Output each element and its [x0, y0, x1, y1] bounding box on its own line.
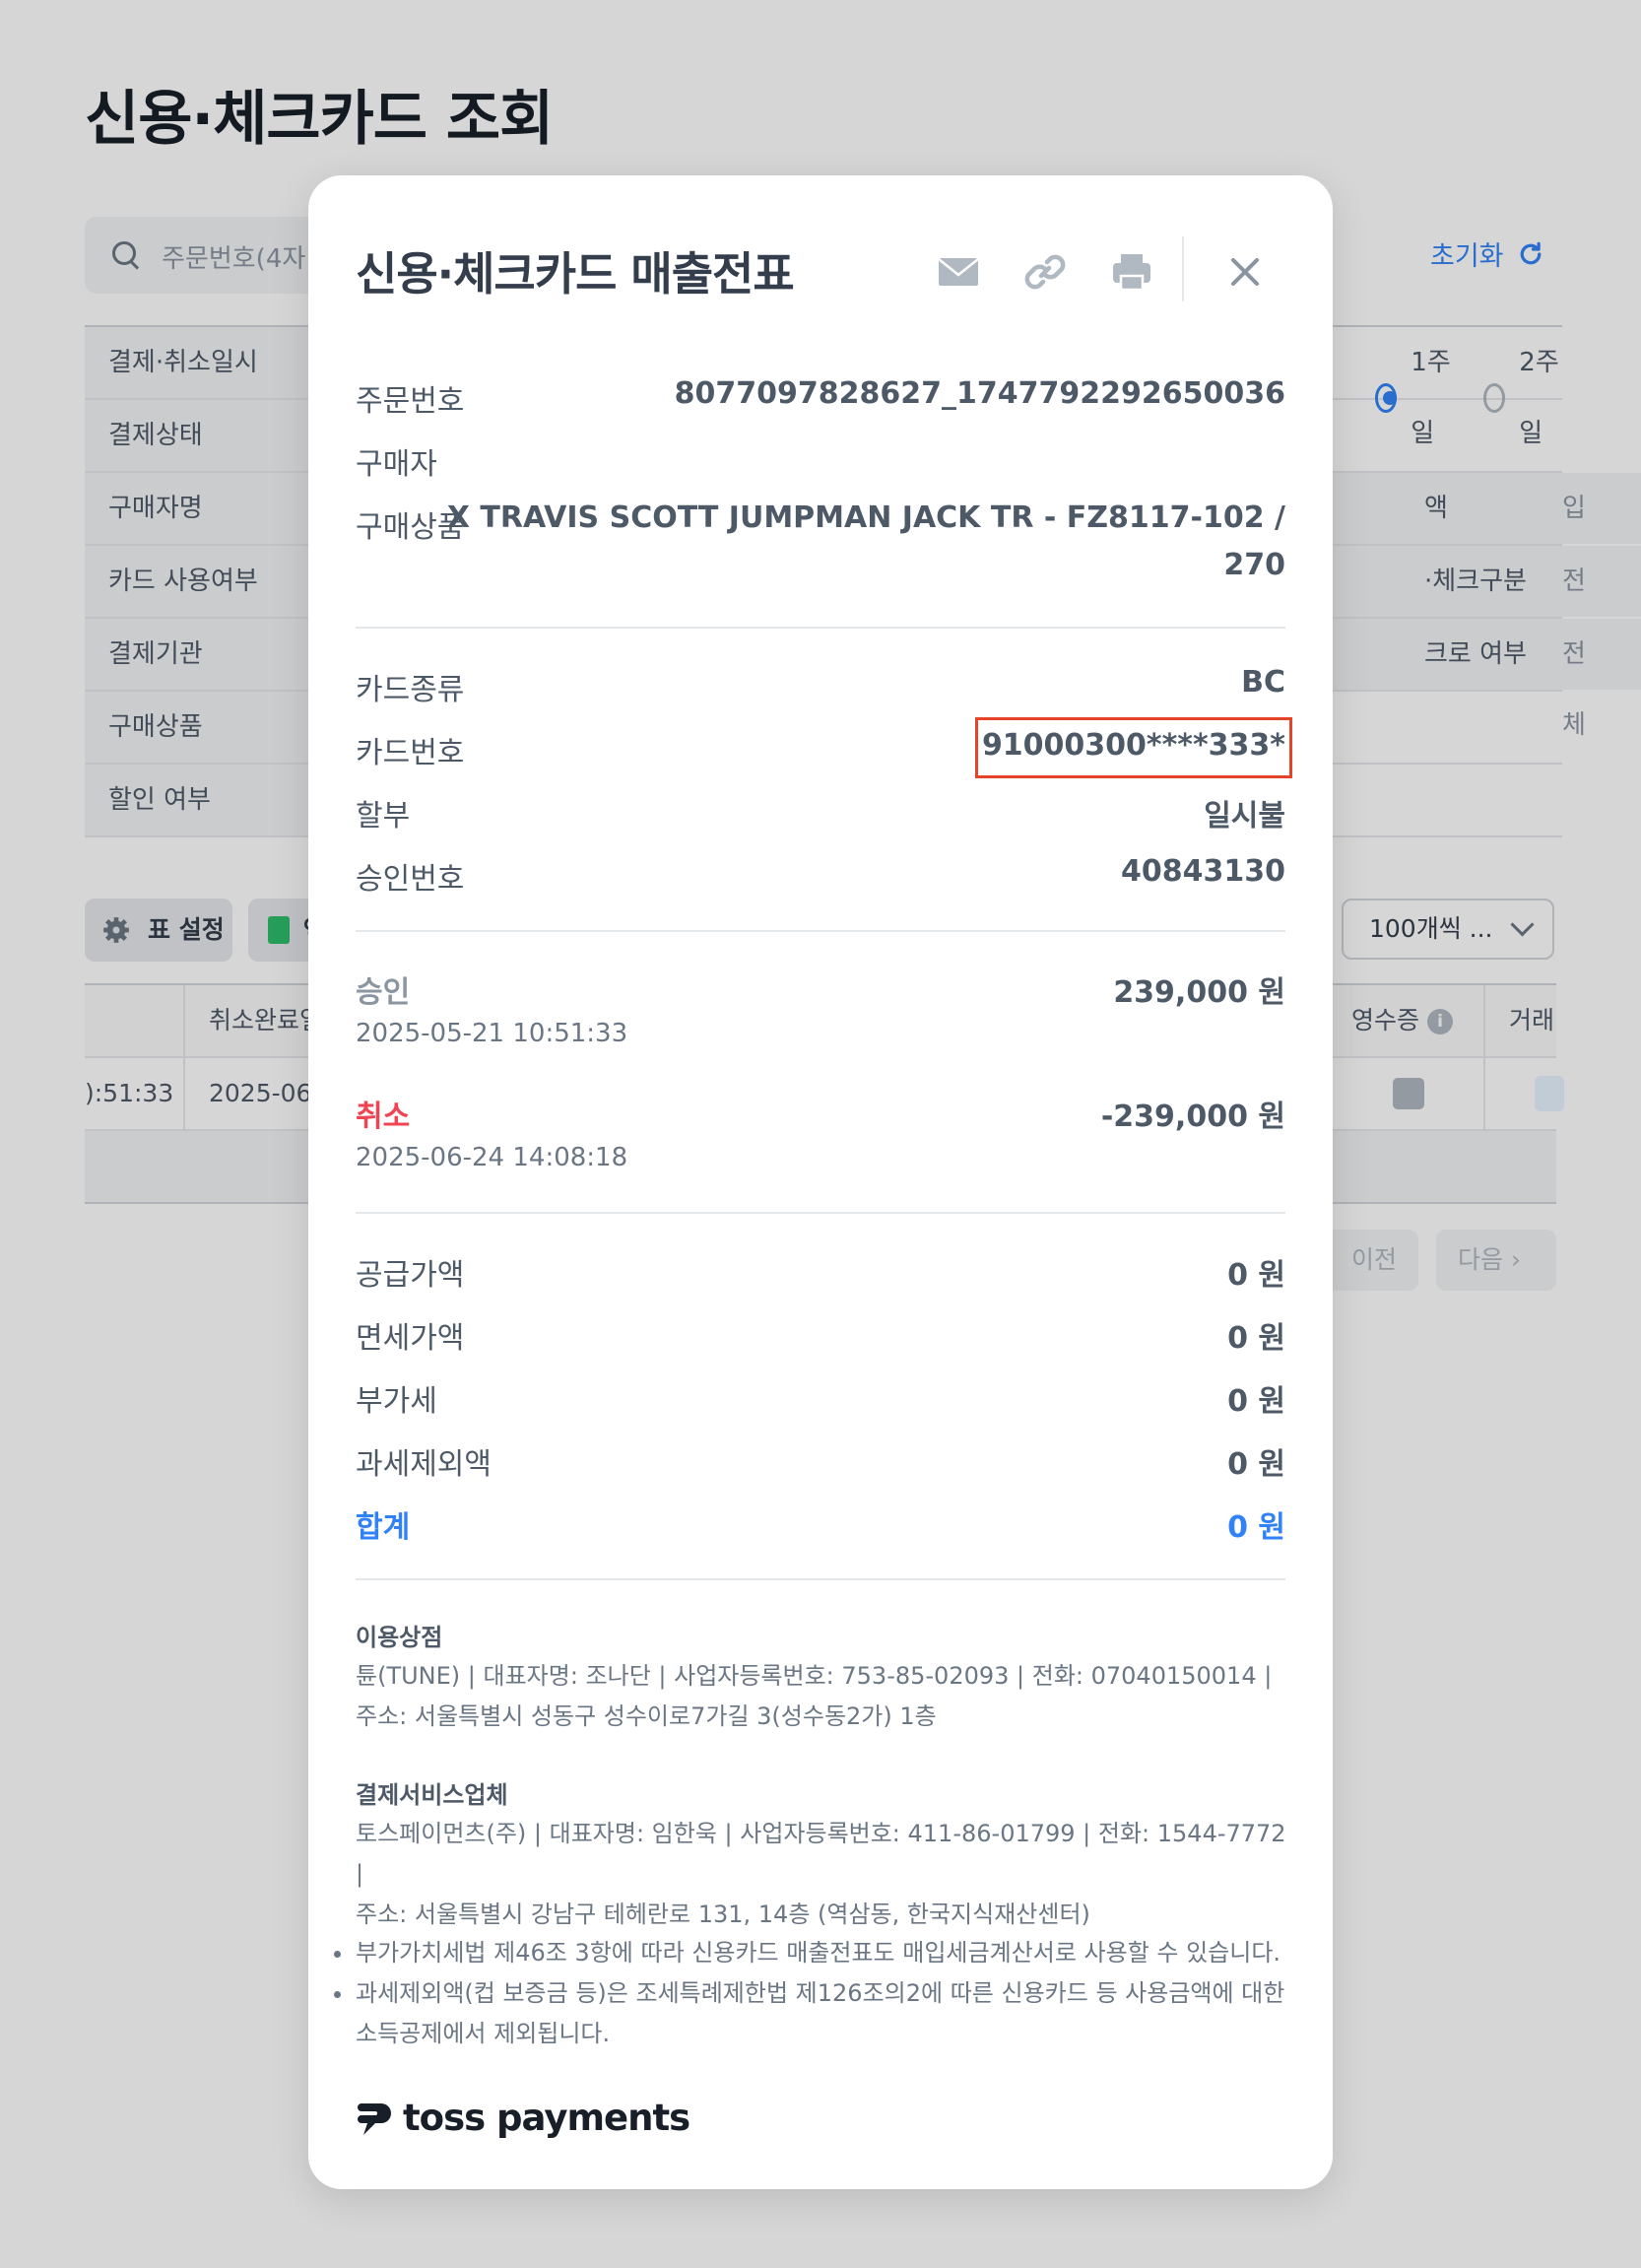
- pg-info: 토스페이먼츠(주) | 대표자명: 임한욱 | 사업자등록번호: 411-86-…: [356, 1814, 1291, 1935]
- pg-title: 결제서비스업체: [356, 1781, 508, 1809]
- approval-number-label: 승인번호: [356, 862, 465, 897]
- installment-value: 일시불: [1204, 799, 1285, 834]
- pg-line: 토스페이먼츠(주) | 대표자명: 임한욱 | 사업자등록번호: 411-86-…: [356, 1820, 1286, 1888]
- vat-label: 부가세: [356, 1384, 437, 1419]
- divider: [356, 930, 1285, 932]
- note-text: 소득공제에서 제외됩니다.: [356, 2020, 611, 2047]
- vat-value: 0 원: [1227, 1384, 1285, 1419]
- order-number-label: 주문번호: [356, 384, 465, 419]
- approve-label: 승인: [356, 975, 411, 1010]
- total-label: 합계: [356, 1510, 411, 1545]
- link-icon[interactable]: [1019, 246, 1071, 298]
- card-type-value: BC: [1241, 665, 1285, 700]
- order-number-value: 8077097828627_1747792292650036: [674, 376, 1285, 411]
- divider: [356, 1212, 1285, 1214]
- approval-number-value: 40843130: [1121, 854, 1285, 889]
- buyer-label: 구매자: [356, 447, 437, 482]
- card-number-highlight: [975, 717, 1292, 778]
- note-item: 부가가치세법 제46조 3항에 따라 신용카드 매출전표도 매입세금계산서로 사…: [334, 1933, 1331, 1973]
- cancel-label: 취소: [356, 1100, 411, 1134]
- cancel-amount: -239,000 원: [1100, 1100, 1285, 1134]
- approve-time: 2025-05-21 10:51:33: [356, 1019, 628, 1048]
- toss-payments-logo: toss payments: [356, 2097, 690, 2139]
- approve-amount: 239,000 원: [1113, 975, 1285, 1010]
- toolbar-divider: [1182, 236, 1184, 301]
- supply-value: 0 원: [1227, 1258, 1285, 1293]
- print-icon[interactable]: [1106, 246, 1157, 298]
- divider: [356, 627, 1285, 629]
- product-name-line2: 270: [1223, 548, 1285, 582]
- mail-icon[interactable]: [933, 246, 984, 298]
- merchant-line: 주소: 서울특별시 성동구 성수이로7가길 3(성수동2가) 1층: [356, 1702, 937, 1730]
- close-icon[interactable]: [1219, 246, 1271, 298]
- merchant-title: 이용상점: [356, 1624, 443, 1651]
- modal-title: 신용·체크카드 매출전표: [356, 247, 795, 300]
- excluded-label: 과세제외액: [356, 1447, 492, 1482]
- excluded-value: 0 원: [1227, 1447, 1285, 1482]
- total-value: 0 원: [1227, 1510, 1285, 1545]
- installment-label: 할부: [356, 799, 411, 834]
- supply-label: 공급가액: [356, 1258, 465, 1293]
- note-item: 과세제외액(컵 보증금 등)은 조세특례제한법 제126조의2에 따른 신용카드…: [334, 1973, 1331, 2054]
- pg-line: 주소: 서울특별시 강남구 테헤란로 131, 14층 (역삼동, 한국지식재산…: [356, 1901, 1090, 1928]
- taxfree-label: 면세가액: [356, 1321, 465, 1356]
- toss-logo-icon: [358, 2102, 391, 2135]
- note-text: 과세제외액(컵 보증금 등)은 조세특례제한법 제126조의2에 따른 신용카드…: [356, 1979, 1285, 2007]
- divider: [356, 1578, 1285, 1580]
- receipt-modal: 신용·체크카드 매출전표 주문번호 8077097828627_17477922…: [308, 175, 1333, 2189]
- merchant-info: 튠(TUNE) | 대표자명: 조나단 | 사업자등록번호: 753-85-02…: [356, 1656, 1291, 1737]
- notes-list: 부가가치세법 제46조 3항에 따라 신용카드 매출전표도 매입세금계산서로 사…: [326, 1933, 1331, 2054]
- cancel-time: 2025-06-24 14:08:18: [356, 1143, 628, 1172]
- product-name-line1: X TRAVIS SCOTT JUMPMAN JACK TR - FZ8117-…: [446, 500, 1285, 535]
- product-value: X TRAVIS SCOTT JUMPMAN JACK TR - FZ8117-…: [447, 495, 1285, 589]
- card-number-label: 카드번호: [356, 736, 465, 770]
- merchant-line: 튠(TUNE) | 대표자명: 조나단 | 사업자등록번호: 753-85-02…: [356, 1662, 1273, 1690]
- card-type-label: 카드종류: [356, 673, 465, 707]
- logo-text: toss payments: [403, 2097, 690, 2139]
- taxfree-value: 0 원: [1227, 1321, 1285, 1356]
